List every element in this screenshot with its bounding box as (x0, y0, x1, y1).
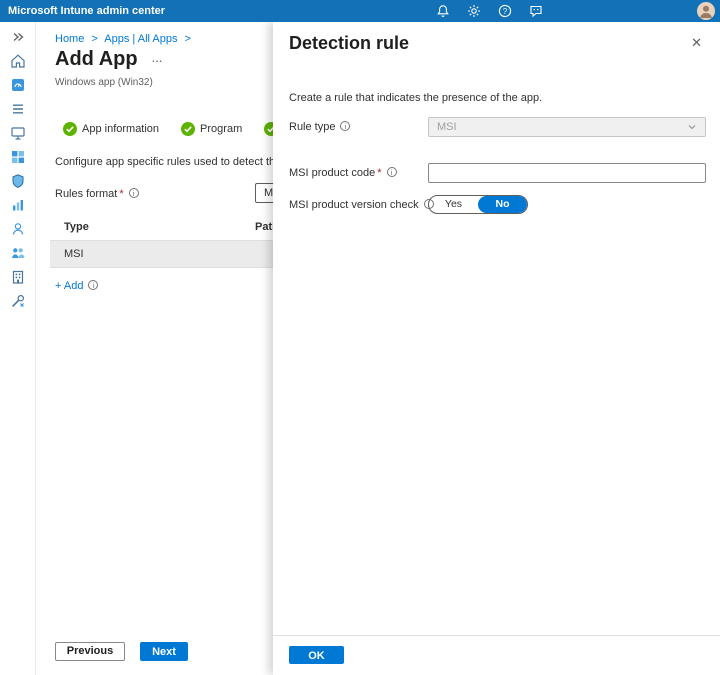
rule-type-label: Rule type i (289, 121, 350, 133)
breadcrumb-separator: > (185, 33, 191, 45)
step-label: Program (200, 123, 242, 135)
step-program[interactable]: Program (181, 122, 242, 136)
breadcrumb: Home > Apps | All Apps > (55, 33, 195, 45)
table-cell-type: MSI (64, 241, 84, 267)
rules-format-label: Rules format* i (55, 188, 139, 200)
panel-footer-divider (273, 635, 720, 636)
wizard-steps: App information Program (63, 122, 283, 136)
bell-icon[interactable] (436, 4, 450, 18)
context-menu-button[interactable]: ... (152, 50, 163, 65)
groups-icon[interactable] (10, 245, 26, 261)
help-icon[interactable]: ? (498, 4, 512, 18)
app-title: Microsoft Intune admin center (8, 5, 165, 17)
product-code-input[interactable] (428, 163, 706, 183)
topbar-icon-group: ? (436, 0, 543, 22)
step-label: App information (82, 123, 159, 135)
chevron-down-icon (687, 122, 697, 132)
account-avatar[interactable] (697, 2, 715, 20)
column-header-type: Type (64, 221, 89, 233)
version-check-label: MSI product version checki (289, 199, 434, 211)
product-code-label: MSI product code* i (289, 167, 397, 179)
rules-description: Configure app specific rules used to det… (55, 156, 290, 168)
endpoint-security-icon[interactable] (10, 173, 26, 189)
nav-rail (0, 22, 36, 675)
step-app-information[interactable]: App information (63, 122, 159, 136)
feedback-icon[interactable] (529, 4, 543, 18)
panel-description: Create a rule that indicates the presenc… (289, 92, 542, 104)
page-subtitle: Windows app (Win32) (55, 77, 153, 88)
check-icon (181, 122, 195, 136)
add-rule-link-text: + Add (55, 280, 83, 292)
reports-icon[interactable] (10, 197, 26, 213)
required-asterisk: * (119, 188, 123, 200)
panel-title: Detection rule (289, 33, 409, 54)
svg-text:?: ? (503, 7, 508, 16)
rule-type-label-text: Rule type (289, 121, 335, 133)
rule-type-select: MSI (428, 117, 706, 137)
previous-button[interactable]: Previous (55, 642, 125, 661)
close-icon[interactable]: ✕ (691, 35, 702, 51)
collapse-chevron-icon[interactable] (10, 29, 26, 45)
all-services-icon[interactable] (10, 101, 26, 117)
info-icon[interactable]: i (88, 280, 98, 290)
info-icon[interactable]: i (129, 188, 139, 198)
add-rule-link[interactable]: + Add i (55, 280, 98, 292)
troubleshooting-icon[interactable] (10, 293, 26, 309)
gear-icon[interactable] (467, 4, 481, 18)
ok-button[interactable]: OK (289, 646, 344, 664)
version-check-label-text: MSI product version check (289, 199, 419, 211)
users-icon[interactable] (10, 221, 26, 237)
product-code-label-text: MSI product code (289, 167, 375, 179)
detection-rule-panel: Detection rule ✕ Create a rule that indi… (273, 22, 720, 675)
info-icon[interactable]: i (340, 121, 350, 131)
page-title-text: Add App (55, 48, 138, 70)
rules-format-label-text: Rules format (55, 188, 117, 200)
breadcrumb-home-link[interactable]: Home (55, 33, 84, 45)
next-button[interactable]: Next (140, 642, 188, 661)
version-check-toggle[interactable]: Yes No (428, 195, 528, 214)
dashboard-icon[interactable] (10, 77, 26, 93)
info-icon[interactable]: i (387, 167, 397, 177)
toggle-yes-option[interactable]: Yes (429, 196, 478, 213)
required-asterisk: * (377, 167, 381, 179)
breadcrumb-apps-link[interactable]: Apps | All Apps (104, 33, 177, 45)
toggle-no-option[interactable]: No (478, 196, 527, 213)
breadcrumb-separator: > (91, 33, 97, 45)
devices-icon[interactable] (10, 125, 26, 141)
top-bar: Microsoft Intune admin center ? (0, 0, 720, 22)
apps-icon[interactable] (10, 149, 26, 165)
rule-type-value: MSI (437, 121, 457, 133)
page-title: Add App... (55, 48, 162, 71)
check-icon (63, 122, 77, 136)
tenant-admin-icon[interactable] (10, 269, 26, 285)
home-icon[interactable] (10, 53, 26, 69)
